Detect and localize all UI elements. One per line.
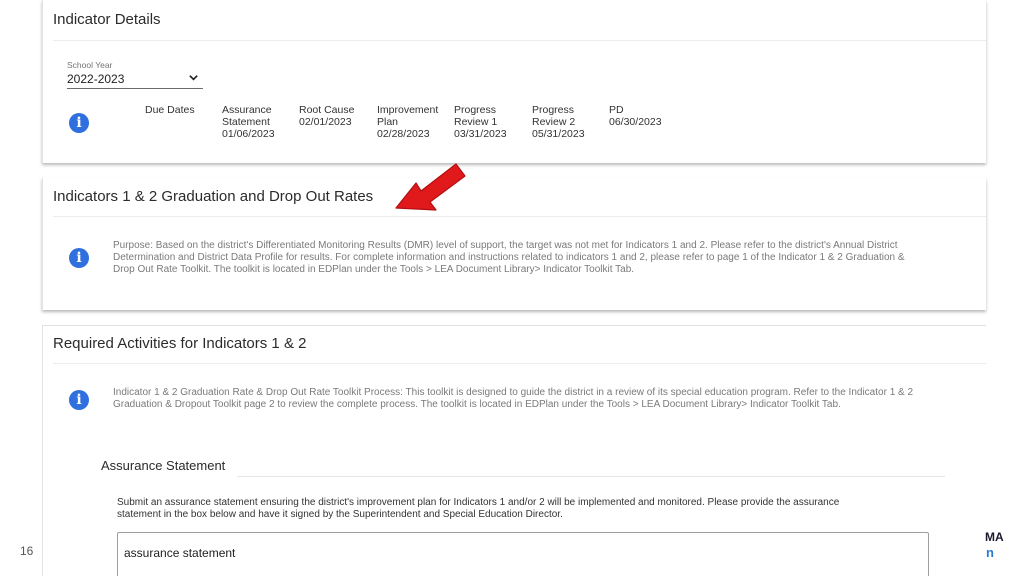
due-dates-label: Due Dates xyxy=(145,104,195,116)
due-date-assurance-statement: Assurance Statement 01/06/2023 xyxy=(222,104,275,141)
due-date-pd: PD 06/30/2023 xyxy=(609,104,662,129)
school-year-select[interactable]: School Year 2022-2023 xyxy=(67,60,203,89)
red-arrow-icon xyxy=(395,163,466,211)
required-activities-card: Required Activities for Indicators 1 & 2… xyxy=(42,325,986,576)
due-date-improvement-plan: Improvement Plan 02/28/2023 xyxy=(377,104,439,141)
graduation-dropout-title: Indicators 1 & 2 Graduation and Drop Out… xyxy=(53,188,374,205)
logo-text-top: MA xyxy=(985,530,1004,544)
info-icon[interactable]: i xyxy=(69,113,89,133)
chevron-down-icon[interactable] xyxy=(188,72,199,83)
card-divider xyxy=(53,363,986,364)
assurance-statement-input[interactable]: assurance statement xyxy=(117,532,929,576)
assurance-instructions: Submit an assurance statement ensuring t… xyxy=(117,497,840,520)
due-date-progress-review-1: Progress Review 1 03/31/2023 xyxy=(454,104,507,141)
section-divider xyxy=(237,476,945,477)
indicator-details-title: Indicator Details xyxy=(53,11,161,28)
toolkit-process-text: Indicator 1 & 2 Graduation Rate & Drop O… xyxy=(113,387,914,410)
logo-text-bottom: n xyxy=(986,545,994,560)
school-year-label: School Year xyxy=(67,60,113,70)
graduation-dropout-card: Indicators 1 & 2 Graduation and Drop Out… xyxy=(42,178,986,310)
school-year-value: 2022-2023 xyxy=(67,72,125,86)
card-divider xyxy=(53,40,986,41)
info-icon[interactable]: i xyxy=(69,248,89,268)
assurance-statement-value: assurance statement xyxy=(124,546,236,560)
card-divider xyxy=(53,216,986,217)
due-date-root-cause: Root Cause 02/01/2023 xyxy=(299,104,355,129)
assurance-statement-heading: Assurance Statement xyxy=(101,458,226,473)
purpose-text: Purpose: Based on the district's Differe… xyxy=(113,240,905,275)
page-number: 16 xyxy=(20,544,34,558)
indicator-details-card: Indicator Details School Year 2022-2023 … xyxy=(42,0,986,163)
school-year-field[interactable]: 2022-2023 xyxy=(67,70,203,89)
due-date-progress-review-2: Progress Review 2 05/31/2023 xyxy=(532,104,585,141)
required-activities-title: Required Activities for Indicators 1 & 2 xyxy=(53,335,307,352)
info-icon[interactable]: i xyxy=(69,390,89,410)
